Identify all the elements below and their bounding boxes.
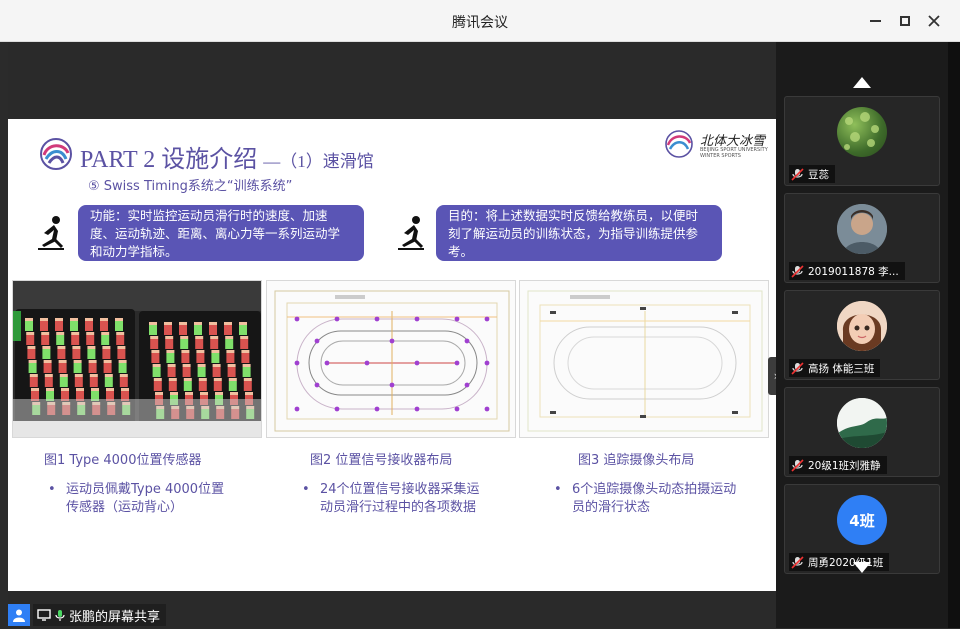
participant-name: 2019011878 李... xyxy=(808,265,899,278)
slide-logo-icon xyxy=(40,138,72,170)
function-bubble: 功能：实时监控运动员滑行时的速度、加速度、运动轨迹、距离、离心力等一系列运动学和… xyxy=(78,205,364,261)
microphone-icon xyxy=(55,609,65,621)
leaf-photo-avatar xyxy=(844,112,879,150)
user-icon xyxy=(8,604,30,626)
avatar xyxy=(837,107,887,157)
avatar xyxy=(837,204,887,254)
avatar xyxy=(837,398,887,448)
brand-logo: 北体大冰雪 BEIJING SPORT UNIVERSITY WINTER SP… xyxy=(660,127,770,161)
skater-icon xyxy=(398,216,424,250)
slide-title: PART 2 设施介绍 —（1）速滑馆 xyxy=(80,139,374,174)
avatar: 4班 xyxy=(837,495,887,545)
maximize-icon xyxy=(900,16,910,26)
sensor-case-image xyxy=(13,281,261,437)
bullet-text: 6个追踪摄像头动态拍摄运动员的滑行状态 xyxy=(572,482,737,515)
slide-title-sub: —（1）速滑馆 xyxy=(263,152,374,171)
bullet-text: 运动员佩戴Type 4000位置传感器（运动背心） xyxy=(66,482,225,515)
mic-muted-icon xyxy=(791,167,804,181)
share-label-text: 张鹏的屏幕共享 xyxy=(69,609,161,625)
bullet-dot: • xyxy=(48,482,56,497)
mic-muted-icon xyxy=(791,361,804,375)
tencent-meeting-window: 腾讯会议 PART 2 设施介绍 —（1）速滑馆 ⑤ Swiss Timing系 xyxy=(0,0,960,629)
shared-screen-area[interactable]: PART 2 设施介绍 —（1）速滑馆 ⑤ Swiss Timing系统之“训练… xyxy=(8,42,784,628)
participant-strip: 豆蕊 2019011878 李... 高扬 体能三班 20级1班刘雅静 4班 周… xyxy=(776,42,948,628)
participant-tile[interactable]: 4班 周勇2020级1班 xyxy=(784,484,940,574)
bullet-dot: • xyxy=(302,482,310,497)
figure1-caption: 图1 Type 4000位置传感器 xyxy=(44,453,202,468)
minimize-button[interactable] xyxy=(864,10,886,32)
bullet-dot: • xyxy=(554,482,562,497)
bullet-text: 24个位置信号接收器采集运动员滑行过程中的各项数据 xyxy=(320,482,480,515)
participant-tile[interactable]: 20级1班刘雅静 xyxy=(784,387,940,477)
participant-name-bar: 高扬 体能三班 xyxy=(789,359,881,377)
text-avatar: 4班 xyxy=(849,511,875,530)
close-button[interactable] xyxy=(923,10,945,32)
camera-layout-image xyxy=(527,290,763,432)
cartoon-girl-avatar xyxy=(837,301,887,351)
title-bar: 腾讯会议 xyxy=(0,0,960,42)
scroll-down-arrow-icon[interactable] xyxy=(853,562,871,573)
sensor-case-photo xyxy=(12,280,262,438)
mic-muted-icon xyxy=(791,458,804,472)
share-label-box: 张鹏的屏幕共享 xyxy=(33,604,167,626)
participant-name-bar: 豆蕊 xyxy=(789,165,835,183)
participant-name: 周勇2020级1班 xyxy=(808,556,884,569)
maximize-button[interactable] xyxy=(894,10,916,32)
participant-name-bar: 20级1班刘雅静 xyxy=(789,456,887,474)
scroll-up-arrow-icon[interactable] xyxy=(853,77,871,88)
camera-layout-diagram xyxy=(519,280,769,438)
screen-share-indicator[interactable]: 张鹏的屏幕共享 xyxy=(8,604,167,626)
minimize-icon xyxy=(869,20,881,22)
participant-name: 20级1班刘雅静 xyxy=(808,459,881,472)
purpose-bubble: 目的：将上述数据实时反馈给教练员，以便时刻了解运动员的训练状态，为指导训练提供参… xyxy=(436,205,722,261)
participant-name: 高扬 体能三班 xyxy=(808,362,875,375)
skater-icon xyxy=(38,216,64,250)
participant-tile[interactable]: 豆蕊 xyxy=(784,96,940,186)
avatar xyxy=(837,301,887,351)
slide-title-main: PART 2 设施介绍 xyxy=(80,147,258,173)
participant-tile[interactable]: 高扬 体能三班 xyxy=(784,290,940,380)
screen-share-icon xyxy=(37,609,51,621)
participant-name-bar: 周勇2020级1班 xyxy=(789,553,890,571)
landscape-photo-avatar xyxy=(837,398,887,448)
participant-tile[interactable]: 2019011878 李... xyxy=(784,193,940,283)
window-edge xyxy=(948,42,960,628)
receiver-layout-image xyxy=(274,290,510,432)
participant-name-bar: 2019011878 李... xyxy=(789,262,905,280)
close-icon xyxy=(928,15,940,27)
brand-emblem-icon xyxy=(665,130,693,158)
receiver-layout-diagram xyxy=(266,280,516,438)
window-title: 腾讯会议 xyxy=(452,15,508,31)
portrait-photo-avatar xyxy=(837,204,887,254)
figure3-caption: 图3 追踪摄像头布局 xyxy=(578,453,695,468)
mic-muted-icon xyxy=(791,264,804,278)
brand-small-text: BEIJING SPORT UNIVERSITY WINTER SPORTS xyxy=(700,147,768,159)
figure2-caption: 图2 位置信号接收器布局 xyxy=(310,453,453,468)
presentation-slide: PART 2 设施介绍 —（1）速滑馆 ⑤ Swiss Timing系统之“训练… xyxy=(8,119,776,591)
slide-subtitle: ⑤ Swiss Timing系统之“训练系统” xyxy=(88,179,293,194)
participant-name: 豆蕊 xyxy=(808,168,829,181)
mic-muted-icon xyxy=(791,555,804,569)
